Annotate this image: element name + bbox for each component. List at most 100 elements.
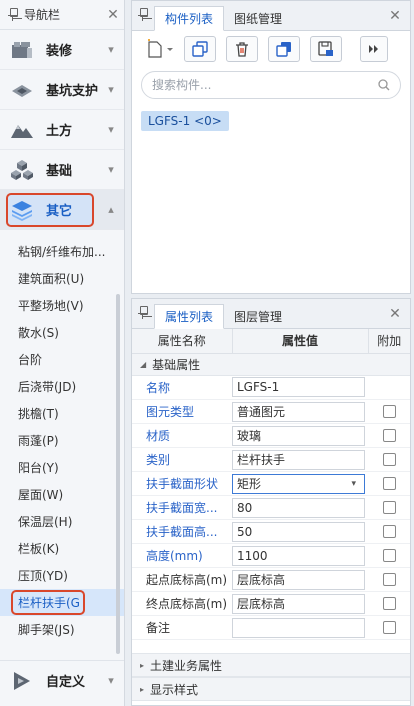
delete-component-button[interactable] — [226, 36, 258, 62]
property-row: 名称 LGFS-1 — [132, 375, 410, 400]
dropdown-caret-icon[interactable]: ▾ — [351, 479, 356, 489]
nav-scrollbar[interactable] — [116, 294, 120, 654]
extra-checkbox[interactable] — [382, 597, 396, 610]
expand-plus-icon: ▸ — [140, 660, 145, 670]
property-value-field[interactable]: 栏杆扶手 — [232, 449, 365, 470]
property-name: 类别 — [132, 447, 232, 472]
property-extra-cell — [368, 615, 410, 640]
property-value-field[interactable] — [232, 617, 365, 638]
app-root: 导航栏 ✕ 装修 ▾ 基坑支护 ▾ 土方 ▾ 基础 ▾ 其它 ▴ 粘钢/纤维布加… — [0, 0, 414, 706]
property-name: 图元类型 — [132, 399, 232, 424]
category-label: 土方 — [46, 124, 73, 139]
extra-checkbox[interactable] — [382, 405, 396, 418]
sub-item[interactable]: 栏板(K) — [0, 535, 124, 562]
property-value-field[interactable]: 50 — [232, 521, 365, 542]
extra-checkbox[interactable] — [382, 525, 396, 538]
collapse-triangle-icon: ◢ — [140, 359, 147, 369]
property-extra-cell — [368, 423, 410, 448]
sub-item[interactable]: 挑檐(T) — [0, 400, 124, 427]
property-value-cell: 矩形 ▾ — [232, 471, 368, 496]
sub-item[interactable]: 脚手架(JS) — [0, 616, 124, 643]
sub-item[interactable]: 散水(S) — [0, 319, 124, 346]
header-property-name: 属性名称 — [132, 329, 233, 354]
extra-checkbox[interactable] — [382, 573, 396, 586]
close-icon[interactable]: ✕ — [102, 7, 124, 23]
layers-icon — [8, 196, 36, 224]
property-extra-cell — [368, 375, 410, 400]
property-value: 矩形 — [237, 477, 262, 491]
sub-item[interactable]: 压顶(YD) — [0, 562, 124, 589]
close-icon[interactable]: ✕ — [384, 8, 406, 24]
tab-property-list[interactable]: 属性列表 — [154, 304, 225, 329]
property-value-dropdown[interactable]: 矩形 ▾ — [232, 473, 365, 494]
property-value-cell: 1100 — [232, 543, 368, 568]
category-earthwork[interactable]: 土方 ▾ — [0, 110, 124, 150]
property-value-field[interactable]: 层底标高 — [232, 593, 365, 614]
property-row: 高度(mm) 1100 — [132, 543, 410, 568]
extra-checkbox[interactable] — [382, 501, 396, 514]
header-property-value: 属性值 — [232, 329, 369, 354]
property-extra-cell — [368, 495, 410, 520]
sub-item[interactable]: 台阶 — [0, 346, 124, 373]
property-value-field[interactable]: 1100 — [232, 545, 365, 566]
category-foundation-pit[interactable]: 基坑支护 ▾ — [0, 70, 124, 110]
component-item[interactable]: LGFS-1 <0> — [141, 111, 229, 131]
property-value-field[interactable]: 普通图元 — [232, 401, 365, 422]
sub-item[interactable]: 雨蓬(P) — [0, 427, 124, 454]
tab-drawing-management[interactable]: 图纸管理 — [224, 6, 292, 30]
sub-item[interactable]: 建筑面积(U) — [0, 265, 124, 292]
extra-checkbox[interactable] — [382, 549, 396, 562]
component-search-input[interactable] — [152, 78, 378, 92]
category-foundation[interactable]: 基础 ▾ — [0, 150, 124, 190]
layer-copy-button[interactable] — [268, 36, 300, 62]
property-extra-cell — [368, 399, 410, 424]
sub-item[interactable]: 阳台(Y) — [0, 454, 124, 481]
navigation-panel: 导航栏 ✕ 装修 ▾ 基坑支护 ▾ 土方 ▾ 基础 ▾ 其它 ▴ 粘钢/纤维布加… — [0, 0, 125, 706]
category-label: 装修 — [46, 44, 73, 59]
copy-component-button[interactable] — [184, 36, 216, 62]
extra-checkbox[interactable] — [382, 477, 396, 490]
property-value-field[interactable]: LGFS-1 — [232, 377, 365, 398]
extra-checkbox[interactable] — [382, 429, 396, 442]
property-value-cell: 普通图元 — [232, 399, 368, 424]
category-decoration[interactable]: 装修 ▾ — [0, 30, 124, 70]
property-row: 扶手截面形状 矩形 ▾ — [132, 471, 410, 496]
group-civil-business[interactable]: ▸ 土建业务属性 — [132, 653, 410, 677]
group-display-style[interactable]: ▸ 显示样式 — [132, 677, 410, 701]
sub-item-railing-active[interactable]: 栏杆扶手(G — [0, 589, 124, 616]
group-basic-properties[interactable]: ◢ 基础属性 — [132, 353, 410, 376]
sub-item[interactable]: 平整场地(V) — [0, 292, 124, 319]
chevron-up-icon: ▴ — [108, 203, 114, 216]
sub-item-list: 粘钢/纤维布加... 建筑面积(U) 平整场地(V) 散水(S) 台阶 后浇带(… — [0, 238, 124, 643]
sub-item[interactable]: 粘钢/纤维布加... — [0, 238, 124, 265]
pin-icon[interactable] — [138, 8, 148, 22]
expand-plus-icon: ▸ — [140, 684, 145, 694]
property-value-field[interactable]: 玻璃 — [232, 425, 365, 446]
sub-item[interactable]: 后浇带(JD) — [0, 373, 124, 400]
property-value-cell: 玻璃 — [232, 423, 368, 448]
sub-item-label: 栏杆扶手(G — [18, 596, 80, 610]
sub-item[interactable]: 保温层(H) — [0, 508, 124, 535]
category-custom[interactable]: 自定义 ▾ — [0, 660, 124, 700]
category-label: 自定义 — [46, 675, 86, 690]
chevron-down-icon: ▾ — [108, 674, 114, 687]
more-tools-button[interactable] — [360, 36, 388, 62]
tab-component-list[interactable]: 构件列表 — [154, 6, 225, 31]
extra-checkbox[interactable] — [382, 621, 396, 634]
tab-layer-management[interactable]: 图层管理 — [224, 304, 292, 328]
property-value-field[interactable]: 80 — [232, 497, 365, 518]
new-component-button[interactable] — [142, 36, 178, 62]
copy-icon — [192, 41, 208, 57]
component-search-box[interactable] — [141, 71, 401, 99]
close-icon[interactable]: ✕ — [384, 306, 406, 322]
property-value: 层底标高 — [237, 573, 286, 587]
category-other[interactable]: 其它 ▴ — [0, 190, 124, 230]
trash-icon — [236, 42, 248, 57]
pin-icon[interactable] — [138, 306, 148, 320]
chevron-down-icon: ▾ — [108, 123, 114, 136]
extra-checkbox[interactable] — [382, 453, 396, 466]
sub-item[interactable]: 屋面(W) — [0, 481, 124, 508]
pin-icon[interactable] — [8, 7, 18, 22]
property-value-field[interactable]: 层底标高 — [232, 569, 365, 590]
save-filter-button[interactable] — [310, 36, 342, 62]
